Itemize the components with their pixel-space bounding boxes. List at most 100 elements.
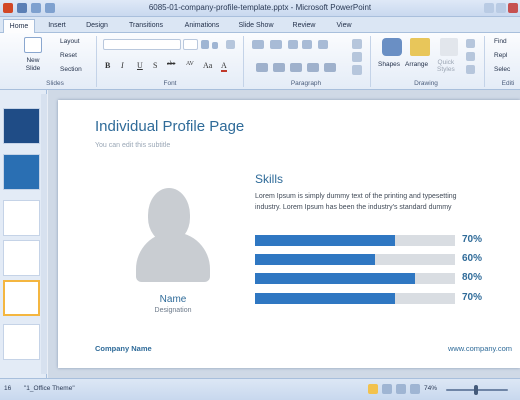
minimize-icon[interactable] [484,3,494,13]
font-size-box[interactable] [183,39,198,50]
quick-styles-button[interactable]: Quick Styles [437,59,455,73]
group-label-drawing: Drawing [414,80,438,87]
skill-bar-track [255,235,455,246]
window-title: 6085-01-company-profile-template.pptx - … [148,3,372,12]
smartart-icon[interactable] [352,65,362,75]
font-name-box[interactable] [103,39,181,50]
tab-animations[interactable]: Animations [177,19,227,33]
separator [96,36,97,87]
reading-view-icon[interactable] [396,384,406,394]
shape-fill-icon[interactable] [466,39,475,48]
skill-percent: 80% [462,272,483,283]
align-left-icon[interactable] [256,63,268,72]
close-icon[interactable] [508,3,518,13]
shapes-button[interactable]: Shapes [378,61,400,68]
tab-insert[interactable]: Insert [40,19,74,33]
maximize-icon[interactable] [496,3,506,13]
company-name[interactable]: Company Name [95,344,152,353]
layout-button[interactable]: Layout [60,38,80,45]
decrease-indent-icon[interactable] [288,40,298,49]
slide-number: 16 [4,385,12,392]
skill-bar-track [255,254,455,265]
skill-bar-fill [255,235,395,246]
status-bar: 16 "1_Office Theme" 74% [0,378,520,400]
strikethrough-button[interactable]: abc [167,61,175,67]
slide-sorter-icon[interactable] [382,384,392,394]
section-button[interactable]: Section [60,66,82,73]
slide-thumbnail[interactable] [3,200,40,236]
find-button[interactable]: Find [494,38,507,45]
skill-bar-track [255,273,455,284]
slide[interactable]: Individual Profile Page You can edit thi… [58,100,520,368]
change-case-button[interactable]: Aa [203,61,212,70]
company-website[interactable]: www.company.com [448,344,512,353]
char-spacing-button[interactable]: AV [186,61,194,67]
ribbon-tabs: Home Insert Design Transitions Animation… [0,17,520,33]
separator [484,36,485,87]
underline-button[interactable]: U [137,61,143,70]
thumbnails-scrollbar[interactable] [41,94,47,374]
skills-description[interactable]: Lorem Ipsum is simply dummy text of the … [255,191,460,213]
profile-head-icon [148,188,190,242]
zoom-level[interactable]: 74% [424,385,437,392]
skill-bar-track [255,293,455,304]
slide-thumbnail-selected[interactable] [3,280,40,316]
skill-bar-fill [255,273,415,284]
tab-view[interactable]: View [328,19,360,33]
numbering-icon[interactable] [270,40,282,49]
shadow-button[interactable]: S [153,61,157,70]
skill-percent: 70% [462,234,483,245]
group-label-editing: Editi [501,80,515,87]
slideshow-icon[interactable] [410,384,420,394]
bold-button[interactable]: B [105,61,110,70]
arrange-button[interactable]: Arrange [405,61,428,68]
tab-design[interactable]: Design [79,19,115,33]
shape-outline-icon[interactable] [466,52,475,61]
ribbon: New Slide Layout Reset Section Slides B … [0,33,520,90]
theme-name: "1_Office Theme" [24,385,75,392]
select-button[interactable]: Selec [494,66,510,73]
zoom-slider-thumb[interactable] [474,385,478,395]
tab-review[interactable]: Review [285,19,323,33]
tab-slide-show[interactable]: Slide Show [233,19,279,33]
profile-name[interactable]: Name [128,294,218,305]
shrink-font-icon[interactable] [212,42,218,49]
profile-designation[interactable]: Designation [128,307,218,314]
skill-percent: 70% [462,292,483,303]
columns-icon[interactable] [324,63,336,72]
group-label-paragraph: Paragraph [290,80,322,87]
italic-button[interactable]: I [121,61,124,70]
align-center-icon[interactable] [273,63,285,72]
align-text-icon[interactable] [352,52,362,62]
arrange-icon[interactable] [410,38,430,56]
align-right-icon[interactable] [290,63,302,72]
skill-bar-fill [255,254,375,265]
slide-title[interactable]: Individual Profile Page [95,118,244,135]
new-slide-button[interactable]: New Slide [20,57,46,73]
justify-icon[interactable] [307,63,319,72]
skill-bar-fill [255,293,395,304]
slide-thumbnail[interactable] [3,240,40,276]
skills-heading[interactable]: Skills [255,172,283,186]
reset-button[interactable]: Reset [60,52,77,59]
line-spacing-icon[interactable] [318,40,328,49]
slide-thumbnail[interactable] [3,154,40,190]
increase-indent-icon[interactable] [302,40,312,49]
font-color-button[interactable]: A [221,61,227,72]
bullets-icon[interactable] [252,40,264,49]
text-direction-icon[interactable] [352,39,362,49]
replace-button[interactable]: Repl [494,52,507,59]
grow-font-icon[interactable] [201,40,209,49]
slide-thumbnail[interactable] [3,108,40,144]
tab-home[interactable]: Home [3,19,35,33]
normal-view-icon[interactable] [368,384,378,394]
slide-subtitle[interactable]: You can edit this subtitle [95,142,170,149]
slide-thumbnail[interactable] [3,324,40,360]
group-label-font: Font [163,80,177,87]
new-slide-icon[interactable] [24,37,42,53]
tab-transitions[interactable]: Transitions [121,19,171,33]
quick-styles-icon[interactable] [440,38,458,56]
shape-effects-icon[interactable] [466,65,475,74]
clear-format-icon[interactable] [226,40,235,49]
shapes-icon[interactable] [382,38,402,56]
